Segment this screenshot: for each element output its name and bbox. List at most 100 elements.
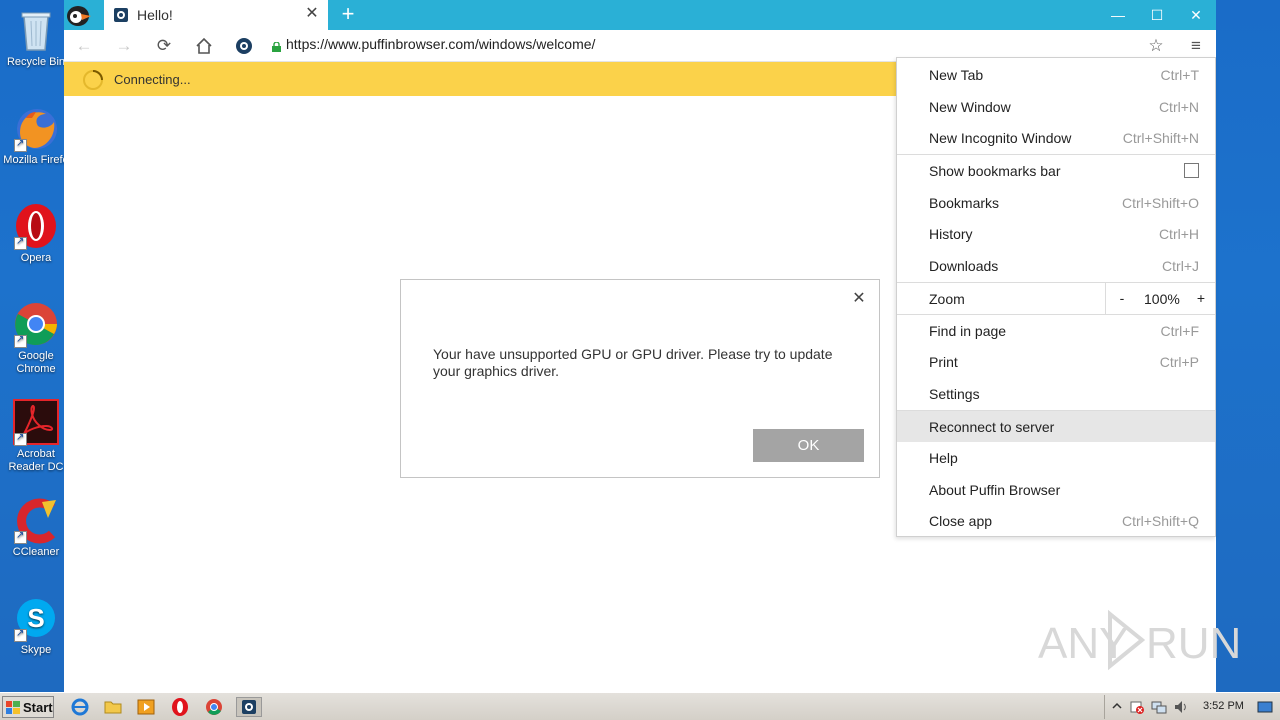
close-window-icon[interactable]: ✕ — [1176, 0, 1216, 30]
menu-item-shortcut: Ctrl+Shift+O — [1121, 195, 1199, 211]
zoom-out-button[interactable]: - — [1116, 290, 1128, 306]
desktop-icon-label: Reader DC — [8, 461, 64, 473]
menu-item-shortcut: Ctrl+T — [1160, 67, 1200, 83]
menu-item-about-puffin[interactable]: About Puffin Browser — [897, 474, 1215, 505]
menu-item-zoom: Zoom - 100% + — [897, 283, 1215, 314]
forward-arrow-icon[interactable]: → — [112, 34, 136, 58]
loading-spinner-icon — [82, 69, 104, 91]
taskbar: Start 3:52 PM — [0, 692, 1280, 720]
desktop-icon-label: Opera — [20, 252, 52, 264]
windows-logo-icon — [6, 701, 20, 714]
action-center-icon[interactable] — [1129, 699, 1145, 715]
menu-item-label: New Tab — [929, 67, 984, 83]
zoom-control: - 100% + — [1105, 283, 1215, 314]
bookmark-star-icon[interactable]: ☆ — [1144, 34, 1168, 58]
browser-tab[interactable]: Hello! ✕ — [104, 0, 328, 30]
internet-explorer-icon[interactable] — [70, 697, 90, 717]
puffin-logo-icon[interactable] — [64, 0, 104, 30]
menu-item-label: Bookmarks — [929, 195, 1000, 211]
menu-item-new-tab[interactable]: New Tab Ctrl+T — [897, 59, 1215, 90]
anyrun-watermark: ANY RUN — [1038, 608, 1241, 672]
menu-item-shortcut: Ctrl+Shift+N — [1122, 130, 1199, 146]
menu-hamburger-icon[interactable]: ≡ — [1184, 34, 1208, 58]
desktop-icon-label: Acrobat — [17, 448, 55, 460]
show-desktop-icon[interactable] — [1257, 699, 1273, 715]
menu-item-label: Downloads — [929, 258, 999, 274]
desktop-icon-opera[interactable]: Opera — [0, 202, 72, 265]
taskbar-clock[interactable]: 3:52 PM — [1203, 700, 1244, 712]
menu-item-shortcut: Ctrl+P — [1159, 354, 1199, 370]
desktop-icon-label: CCleaner — [12, 546, 60, 558]
gpu-warning-dialog: ✕ Your have unsupported GPU or GPU drive… — [400, 279, 880, 478]
menu-item-label: New Window — [929, 99, 1011, 115]
menu-item-shortcut: Ctrl+N — [1158, 99, 1199, 115]
start-label: Start — [23, 700, 53, 715]
new-tab-button[interactable]: + — [336, 3, 360, 27]
desktop-icon-label: Google — [18, 350, 54, 362]
desktop-icon-acrobat[interactable]: Acrobat Reader DC — [0, 398, 72, 474]
back-arrow-icon[interactable]: ← — [72, 34, 96, 58]
bookmarks-bar-checkbox[interactable] — [1184, 163, 1199, 178]
desktop-icon-ccleaner[interactable]: CCleaner — [0, 496, 72, 559]
desktop-icon-label: Skype — [20, 644, 52, 656]
dialog-message: Your have unsupported GPU or GPU driver.… — [433, 346, 833, 379]
dialog-close-icon[interactable]: ✕ — [851, 290, 867, 308]
address-bar[interactable]: https://www.puffinbrowser.com/windows/we… — [286, 36, 595, 52]
menu-item-close-app[interactable]: Close app Ctrl+Shift+Q — [897, 505, 1215, 536]
menu-item-label: Reconnect to server — [929, 419, 1055, 435]
desktop-icons: Recycle Bin Mozilla Firefo — [0, 0, 72, 692]
media-player-icon[interactable] — [136, 697, 156, 717]
minimize-icon[interactable]: — — [1098, 0, 1138, 30]
lock-icon — [272, 40, 281, 52]
network-icon[interactable] — [1151, 699, 1167, 715]
menu-item-reconnect-to-server[interactable]: Reconnect to server — [897, 411, 1215, 442]
menu-item-label: About Puffin Browser — [929, 482, 1061, 498]
reload-icon[interactable]: ⟳ — [152, 34, 176, 58]
menu-item-label: Show bookmarks bar — [929, 163, 1061, 179]
menu-item-show-bookmarks-bar[interactable]: Show bookmarks bar — [897, 155, 1215, 186]
menu-item-new-incognito-window[interactable]: New Incognito Window Ctrl+Shift+N — [897, 122, 1215, 153]
tray-expand-icon[interactable] — [1109, 699, 1125, 715]
chrome-taskbar-icon[interactable] — [204, 697, 224, 717]
menu-item-help[interactable]: Help — [897, 442, 1215, 473]
shortcut-arrow-icon — [14, 137, 27, 152]
tab-title: Hello! — [137, 7, 173, 23]
zoom-level: 100% — [1144, 291, 1180, 307]
tab-close-icon[interactable]: ✕ — [304, 5, 320, 23]
desktop-icon-label: Mozilla Firefo — [3, 154, 69, 166]
menu-item-new-window[interactable]: New Window Ctrl+N — [897, 91, 1215, 122]
shortcut-arrow-icon — [14, 333, 27, 348]
puffin-site-icon[interactable] — [232, 34, 256, 58]
file-explorer-icon[interactable] — [103, 697, 123, 717]
watermark-text-right: RUN — [1146, 619, 1238, 668]
menu-item-label: Help — [929, 450, 958, 466]
menu-item-label: Settings — [929, 386, 980, 402]
desktop-icon-firefox[interactable]: Mozilla Firefo — [0, 104, 72, 167]
menu-item-bookmarks[interactable]: Bookmarks Ctrl+Shift+O — [897, 187, 1215, 218]
puffin-taskbar-icon[interactable] — [236, 697, 262, 717]
firefox-icon — [12, 104, 60, 152]
zoom-in-button[interactable]: + — [1194, 290, 1208, 306]
browser-main-menu: New Tab Ctrl+T New Window Ctrl+N New Inc… — [896, 57, 1216, 537]
maximize-icon[interactable]: ☐ — [1137, 0, 1177, 30]
desktop-icon-skype[interactable]: S Skype — [0, 594, 72, 657]
menu-item-label: Zoom — [929, 291, 965, 307]
ccleaner-icon — [12, 496, 60, 544]
volume-icon[interactable] — [1173, 699, 1189, 715]
ok-button[interactable]: OK — [753, 429, 864, 462]
start-button[interactable]: Start — [2, 696, 54, 718]
puffin-favicon-icon — [114, 8, 128, 22]
home-icon[interactable] — [192, 34, 216, 58]
menu-item-find-in-page[interactable]: Find in page Ctrl+F — [897, 315, 1215, 346]
desktop-icon-chrome[interactable]: Google Chrome — [0, 300, 72, 376]
menu-item-downloads[interactable]: Downloads Ctrl+J — [897, 250, 1215, 281]
menu-item-settings[interactable]: Settings — [897, 378, 1215, 409]
menu-item-print[interactable]: Print Ctrl+P — [897, 346, 1215, 377]
menu-item-shortcut: Ctrl+J — [1162, 258, 1199, 274]
opera-icon — [12, 202, 60, 250]
menu-item-history[interactable]: History Ctrl+H — [897, 218, 1215, 249]
opera-taskbar-icon[interactable] — [170, 697, 190, 717]
menu-item-label: New Incognito Window — [929, 130, 1072, 146]
desktop-icon-recycle-bin[interactable]: Recycle Bin — [0, 6, 72, 69]
svg-text:S: S — [27, 603, 44, 633]
